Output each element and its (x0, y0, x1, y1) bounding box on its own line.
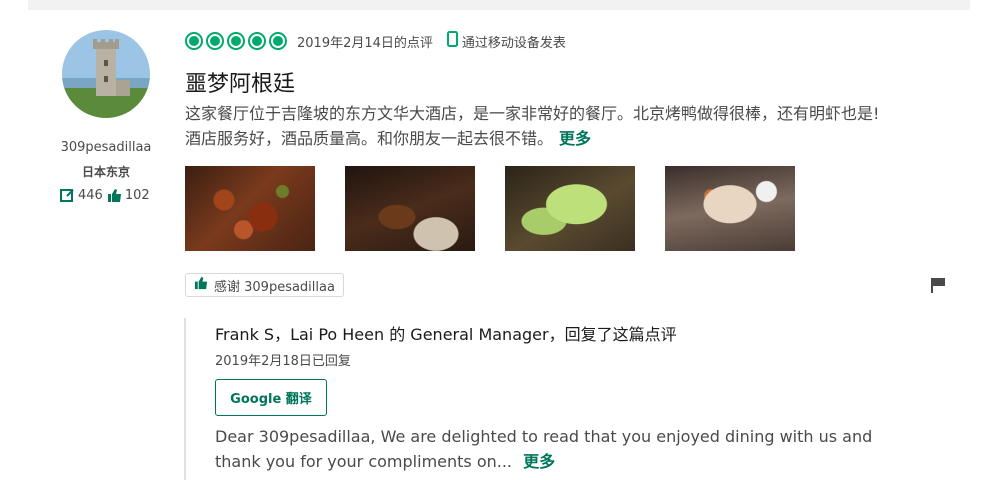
mobile-badge: 通过移动设备发表 (446, 31, 566, 51)
reply-border (184, 318, 186, 480)
flag-icon[interactable] (930, 276, 946, 298)
thumbs-up-icon (194, 276, 214, 294)
rating-bubble (185, 32, 203, 50)
review-photo[interactable] (345, 166, 475, 251)
review-title[interactable]: 噩梦阿根廷 (185, 66, 295, 98)
rating-row: 2019年2月14日的点评 通过移动设备发表 (185, 31, 566, 51)
review-body: 这家餐厅位于吉隆坡的东方文华大酒店，是一家非常好的餐厅。北京烤鸭做得很棒，还有明… (185, 104, 880, 148)
bubble-rating-icon (185, 32, 287, 50)
reviewer-username[interactable]: 309pesadillaa (50, 140, 162, 155)
rating-bubble (269, 32, 287, 50)
avatar[interactable] (62, 30, 150, 118)
rating-bubble (248, 32, 266, 50)
reviewer-location: 日本东京 (81, 165, 130, 179)
review-count: 446 (78, 188, 103, 203)
review-photo[interactable] (185, 166, 315, 251)
rating-bubble (206, 32, 224, 50)
review-photo[interactable] (665, 166, 795, 251)
reply-text: Dear 309pesadillaa, We are delighted to … (215, 424, 905, 474)
review-photo[interactable] (505, 166, 635, 251)
review-date: 2019年2月14日的点评 (297, 35, 433, 51)
reply-date: 2019年2月18日已回复 (215, 354, 351, 369)
helpful-count: 102 (124, 188, 150, 203)
google-translate-button[interactable]: Google 翻译 (215, 379, 327, 416)
rating-bubble (227, 32, 245, 50)
review-more-link[interactable]: 更多 (559, 129, 591, 148)
thank-button[interactable]: 感谢 309pesadillaa (185, 273, 344, 297)
reply-header: Frank S，Lai Po Heen 的 General Manager，回复… (215, 325, 677, 344)
review-edit-icon (60, 188, 75, 203)
reply-more-link[interactable]: 更多 (523, 452, 555, 471)
mobile-label: 通过移动设备发表 (461, 35, 566, 51)
mobile-icon (446, 31, 462, 51)
review-text: 这家餐厅位于吉隆坡的东方文华大酒店，是一家非常好的餐厅。北京烤鸭做得很棒，还有明… (185, 101, 885, 151)
reviewer-stats: 446 102 (60, 188, 150, 203)
top-divider (28, 0, 970, 10)
thank-label: 感谢 309pesadillaa (214, 279, 335, 295)
thumbs-up-icon (107, 188, 122, 203)
